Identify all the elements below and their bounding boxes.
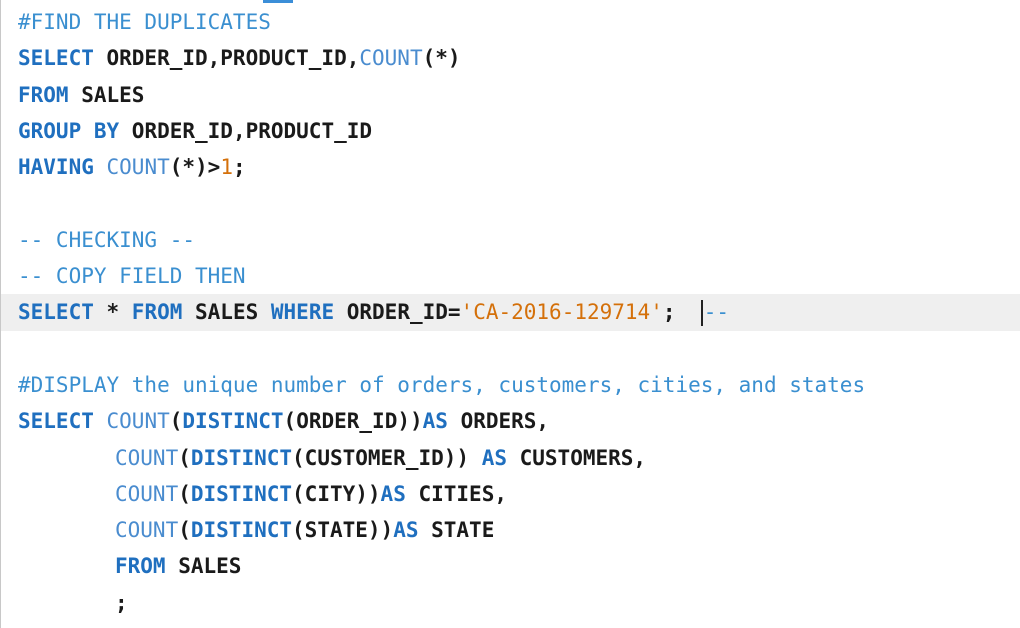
sql-keyword: SELECT xyxy=(18,300,94,325)
code-line[interactable]: GROUP BY ORDER_ID,PRODUCT_ID xyxy=(1,113,1020,149)
sql-identifier: ORDER_ID,PRODUCT_ID xyxy=(119,118,373,143)
code-line[interactable]: COUNT(DISTINCT(CUSTOMER_ID)) AS CUSTOMER… xyxy=(1,440,1020,476)
sql-string: 'CA-2016-129714' xyxy=(460,300,663,325)
code-line[interactable] xyxy=(1,185,1020,221)
sql-comment: -- xyxy=(703,300,730,325)
scroll-position-marker xyxy=(263,0,293,3)
sql-identifier: * xyxy=(93,300,132,325)
code-line[interactable]: #FIND THE DUPLICATES xyxy=(1,4,1020,40)
sql-function: COUNT xyxy=(115,518,179,543)
code-line[interactable]: SELECT ORDER_ID,PRODUCT_ID,COUNT(*) xyxy=(1,40,1020,76)
sql-keyword: WHERE xyxy=(270,300,335,325)
sql-identifier: ORDER_ID,PRODUCT_ID, xyxy=(93,46,360,71)
sql-identifier: SALES xyxy=(68,82,145,107)
sql-keyword: AS xyxy=(481,445,507,470)
sql-keyword: AS xyxy=(380,481,406,506)
sql-punctuation: ( xyxy=(178,518,191,543)
sql-identifier: ORDER_ID= xyxy=(334,300,461,325)
sql-punctuation: (*)> xyxy=(169,155,221,180)
sql-punctuation: ; xyxy=(115,590,128,615)
sql-keyword: SELECT xyxy=(18,409,94,434)
sql-function: COUNT xyxy=(115,445,179,470)
sql-function: COUNT xyxy=(359,46,423,71)
sql-identifier xyxy=(94,409,107,433)
sql-keyword: AS xyxy=(422,409,448,434)
sql-keyword: DISTINCT xyxy=(190,518,293,543)
sql-keyword: FROM xyxy=(131,300,183,325)
code-line[interactable]: COUNT(DISTINCT(STATE))AS STATE xyxy=(1,512,1020,548)
code-line[interactable]: SELECT COUNT(DISTINCT(ORDER_ID))AS ORDER… xyxy=(1,403,1020,439)
sql-identifier: CUSTOMERS, xyxy=(506,445,647,470)
code-line[interactable]: -- CHECKING -- xyxy=(1,222,1020,258)
sql-comment: -- COPY FIELD THEN xyxy=(18,264,246,289)
sql-identifier: CITIES, xyxy=(405,481,507,506)
sql-comment: #DISPLAY the unique number of orders, cu… xyxy=(18,372,866,397)
sql-keyword: SELECT xyxy=(18,46,94,71)
sql-punctuation: ; xyxy=(232,155,246,180)
code-line[interactable]: FROM SALES xyxy=(1,77,1020,113)
sql-punctuation: ; xyxy=(662,300,701,325)
sql-keyword: GROUP BY xyxy=(18,118,120,143)
sql-function: COUNT xyxy=(115,481,179,506)
code-line[interactable]: FROM SALES xyxy=(1,548,1020,584)
sql-punctuation: ( xyxy=(169,409,183,434)
sql-comment: #FIND THE DUPLICATES xyxy=(18,10,271,34)
sql-punctuation: (STATE)) xyxy=(292,518,394,543)
sql-punctuation: (CITY)) xyxy=(292,481,381,506)
sql-punctuation: (CUSTOMER_ID)) xyxy=(292,445,482,470)
sql-identifier xyxy=(94,155,107,179)
sql-punctuation: (*) xyxy=(422,46,461,71)
code-line[interactable]: HAVING COUNT(*)>1; xyxy=(1,149,1020,185)
sql-keyword: FROM xyxy=(18,82,69,107)
code-line[interactable]: ; xyxy=(1,585,1020,621)
sql-keyword: FROM xyxy=(115,554,166,579)
sql-keyword: DISTINCT xyxy=(190,445,293,470)
code-line[interactable]: -- COPY FIELD THEN xyxy=(1,258,1020,294)
sql-identifier: ORDERS, xyxy=(447,409,550,434)
sql-identifier: SALES xyxy=(182,300,271,325)
sql-number: 1 xyxy=(220,155,233,180)
sql-editor[interactable]: #FIND THE DUPLICATES SELECT ORDER_ID,PROD… xyxy=(0,0,1020,628)
sql-function: COUNT xyxy=(106,409,170,434)
sql-punctuation: ( xyxy=(178,445,191,470)
code-line[interactable]: #DISPLAY the unique number of orders, cu… xyxy=(1,367,1020,403)
sql-keyword: DISTINCT xyxy=(190,481,293,506)
code-line[interactable] xyxy=(1,331,1020,367)
text-cursor xyxy=(700,300,703,327)
sql-function: COUNT xyxy=(106,155,170,180)
code-line[interactable]: COUNT(DISTINCT(CITY))AS CITIES, xyxy=(1,476,1020,512)
sql-punctuation: (ORDER_ID)) xyxy=(283,409,423,434)
current-code-line[interactable]: SELECT * FROM SALES WHERE ORDER_ID='CA-2… xyxy=(1,294,1020,331)
sql-identifier: STATE xyxy=(418,518,495,543)
sql-keyword: AS xyxy=(393,518,419,543)
code-area[interactable]: #FIND THE DUPLICATES SELECT ORDER_ID,PROD… xyxy=(1,4,1020,621)
sql-identifier: SALES xyxy=(165,554,242,579)
sql-keyword: DISTINCT xyxy=(182,409,284,434)
sql-keyword: HAVING xyxy=(18,155,94,180)
sql-comment: -- CHECKING -- xyxy=(18,227,196,252)
sql-punctuation: ( xyxy=(178,481,191,506)
